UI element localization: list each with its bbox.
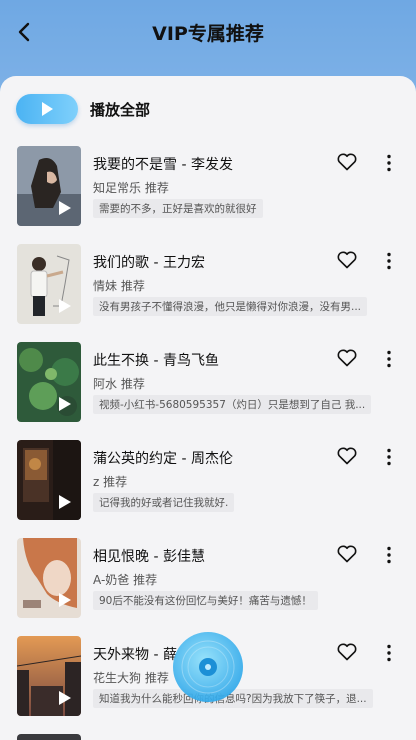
song-item[interactable]: 相见恨晚 - 彭佳慧 A-奶爸 推荐 90后不能没有这份回忆与美好！痛苦与遗憾！ (0, 538, 416, 636)
song-title: 此生不换 - 青鸟飞鱼 (93, 353, 219, 369)
song-title: 我要的不是雪 - 李发发 (93, 157, 233, 173)
more-icon[interactable] (382, 349, 396, 369)
song-title: 我们的歌 - 王力宏 (93, 255, 205, 271)
recommender: 知足常乐 推荐 (93, 181, 169, 195)
cover-play-icon (59, 397, 71, 411)
cover-play-icon (59, 495, 71, 509)
song-item[interactable]: 我们的歌 - 王力宏 情妹 推荐 没有男孩子不懂得浪漫，他只是懒得对你浪漫，没有… (0, 244, 416, 342)
song-title: 相见恨晚 - 彭佳慧 (93, 549, 205, 565)
play-all-button[interactable] (16, 94, 78, 124)
more-icon[interactable] (382, 545, 396, 565)
song-item[interactable]: 我要的不是雪 - 李发发 知足常乐 推荐 需要的不多，正好是喜欢的就很好 (0, 146, 416, 244)
play-all-label[interactable]: 播放全部 (90, 99, 150, 120)
recommender: A-奶爸 推荐 (93, 573, 158, 587)
play-icon (42, 102, 53, 116)
comment: 90后不能没有这份回忆与美好！痛苦与遗憾！ (93, 591, 318, 610)
heart-icon[interactable] (337, 349, 357, 367)
album-cover[interactable] (17, 538, 81, 618)
recommender: z 推荐 (93, 475, 128, 489)
cover-play-icon (59, 691, 71, 705)
recommender: 花生大狗 推荐 (93, 671, 169, 685)
cover-play-icon (59, 299, 71, 313)
now-playing-disc-icon[interactable] (172, 631, 244, 703)
album-cover[interactable] (17, 636, 81, 716)
heart-icon[interactable] (337, 447, 357, 465)
more-icon[interactable] (382, 643, 396, 663)
heart-icon[interactable] (337, 643, 357, 661)
more-icon[interactable] (382, 447, 396, 467)
header: VIP专属推荐 (0, 0, 416, 64)
album-cover[interactable] (17, 244, 81, 324)
song-title: 蒲公英的约定 - 周杰伦 (93, 451, 233, 467)
album-cover[interactable] (17, 734, 81, 740)
comment: 记得我的好或者记住我就好. (93, 493, 235, 512)
cover-play-icon (59, 201, 71, 215)
song-item[interactable]: 此生不换 - 青鸟飞鱼 阿水 推荐 视频-小红书-5680595357（灼日）只… (0, 342, 416, 440)
comment: 视频-小红书-5680595357（灼日）只是想到了自己 我... (93, 395, 372, 414)
page-title: VIP专属推荐 (152, 23, 264, 45)
cover-play-icon (59, 593, 71, 607)
recommender: 阿水 推荐 (93, 377, 145, 391)
comment: 需要的不多，正好是喜欢的就很好 (93, 199, 263, 218)
more-icon[interactable] (382, 153, 396, 173)
more-icon[interactable] (382, 251, 396, 271)
song-item[interactable]: 蒲公英的约定 - 周杰伦 z 推荐 记得我的好或者记住我就好. (0, 440, 416, 538)
heart-icon[interactable] (337, 545, 357, 563)
album-cover[interactable] (17, 342, 81, 422)
song-title: 天外来物 - 薛 (93, 647, 177, 663)
play-all-row[interactable]: 播放全部 (16, 94, 150, 124)
heart-icon[interactable] (337, 251, 357, 269)
album-cover[interactable] (17, 146, 81, 226)
comment: 没有男孩子不懂得浪漫，他只是懒得对你浪漫，没有男... (93, 297, 368, 316)
heart-icon[interactable] (337, 153, 357, 171)
album-cover[interactable] (17, 440, 81, 520)
recommender: 情妹 推荐 (93, 279, 145, 293)
